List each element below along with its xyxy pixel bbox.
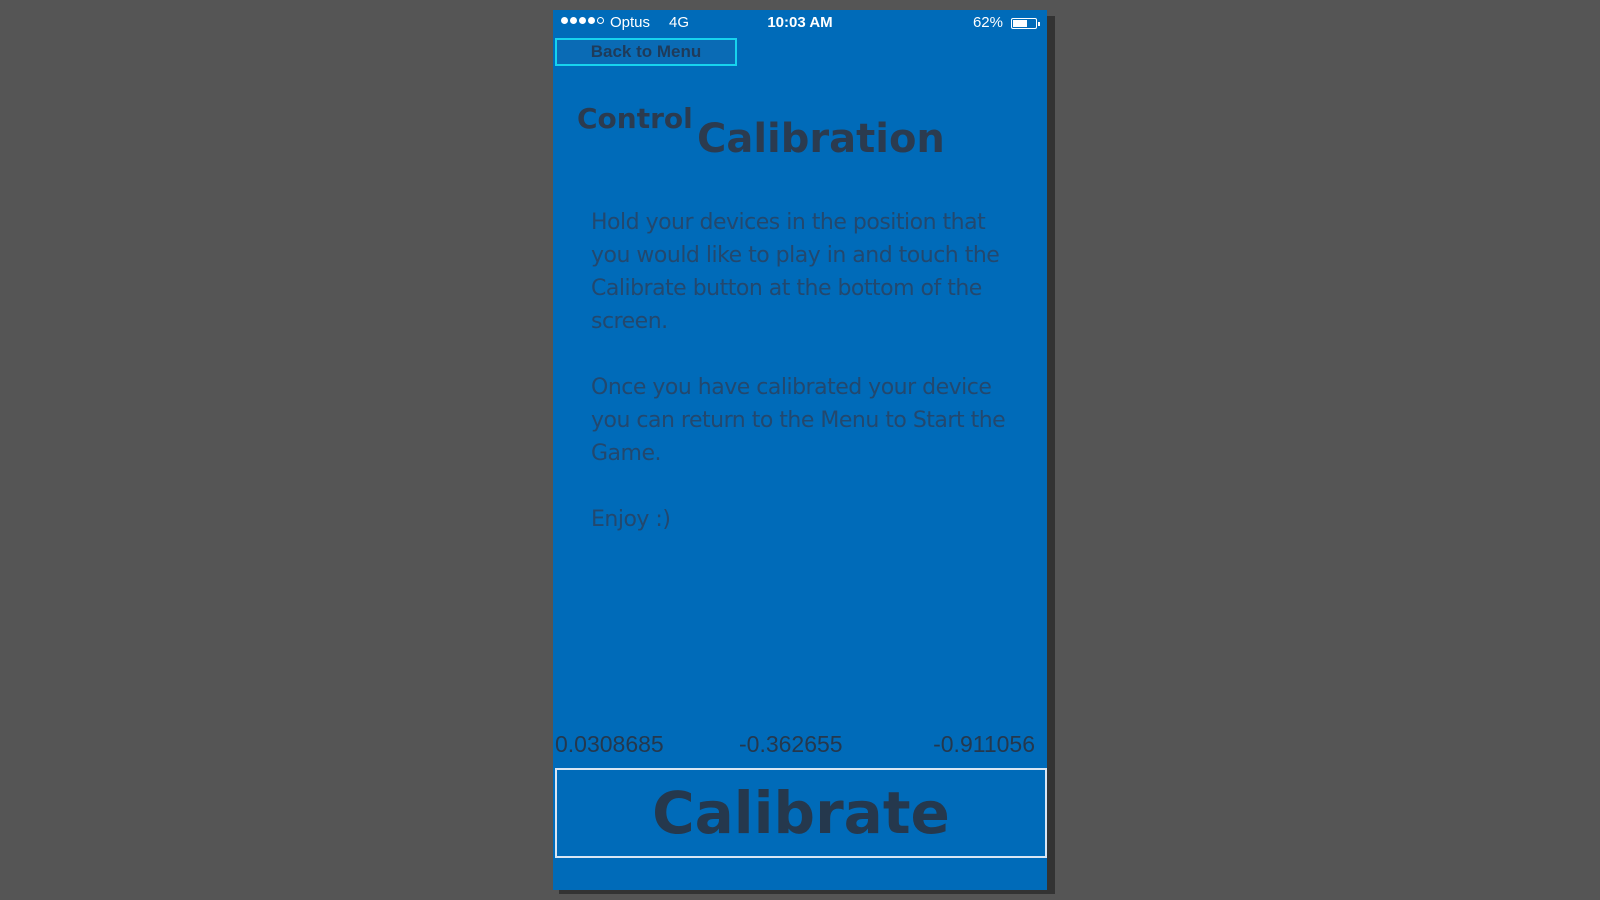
status-bar: Optus 4G 10:03 AM 62% <box>553 10 1047 36</box>
instruction-paragraph: Hold your devices in the position that y… <box>591 210 1000 334</box>
phone-screen: Optus 4G 10:03 AM 62% Back to Menu Contr… <box>553 10 1047 890</box>
instructions-text: Hold your devices in the position that y… <box>591 206 1011 569</box>
accelerometer-readout: 0.0308685 -0.362655 -0.911056 <box>553 731 1047 761</box>
accelerometer-z-value: -0.911056 <box>933 731 1035 757</box>
back-to-menu-button[interactable]: Back to Menu <box>555 38 737 66</box>
instruction-paragraph: Once you have calibrated your device you… <box>591 375 1006 466</box>
page-title: Calibration <box>697 116 945 162</box>
instruction-paragraph: Enjoy :) <box>591 507 671 532</box>
calibrate-button[interactable]: Calibrate <box>555 768 1047 858</box>
battery-icon <box>1011 18 1040 29</box>
accelerometer-y-value: -0.362655 <box>739 731 843 757</box>
battery-fill <box>1013 20 1027 27</box>
page-title-prefix: Control <box>577 102 693 135</box>
phone-shadow <box>1047 16 1055 894</box>
phone-shadow-bottom <box>559 890 1055 894</box>
accelerometer-x-value: 0.0308685 <box>555 731 664 757</box>
battery-percent: 62% <box>972 14 1003 31</box>
